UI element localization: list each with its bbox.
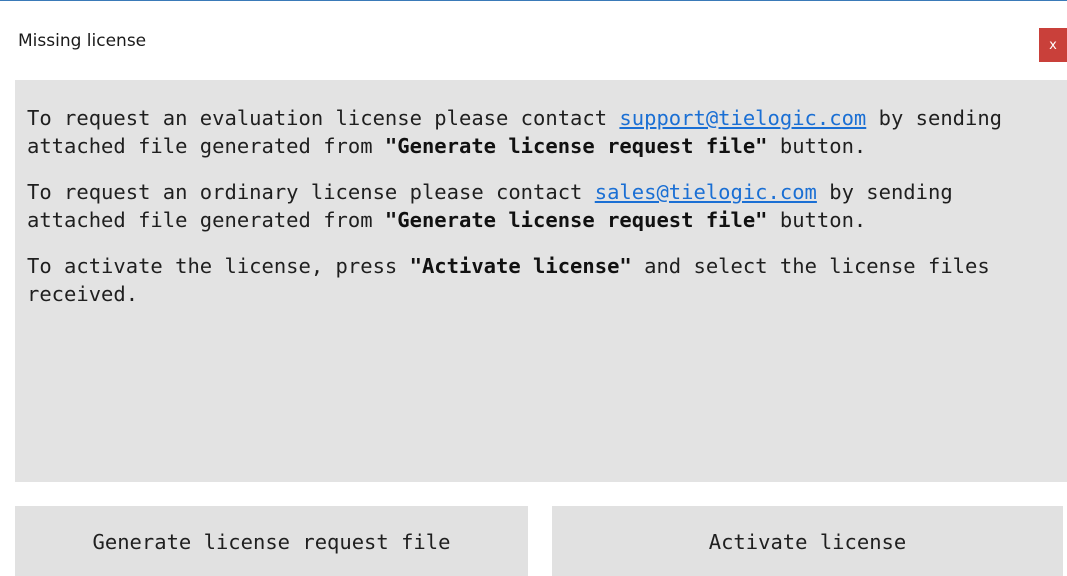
close-button[interactable]: x	[1039, 28, 1067, 62]
evaluation-license-paragraph: To request an evaluation license please …	[27, 104, 1057, 160]
p1-text-a: To request an evaluation license please …	[27, 106, 620, 130]
p2-text-a: To request an ordinary license please co…	[27, 180, 595, 204]
p3-text-a: To activate the license, press	[27, 254, 410, 278]
close-icon: x	[1049, 37, 1057, 53]
activate-license-button[interactable]: Activate license	[552, 506, 1063, 576]
missing-license-dialog: Missing license x To request an evaluati…	[0, 0, 1067, 576]
generate-button-label: Generate license request file	[92, 529, 451, 554]
support-email-link[interactable]: support@tielogic.com	[619, 106, 866, 130]
p2-text-c: button.	[767, 208, 867, 232]
activate-license-paragraph: To activate the license, press "Activate…	[27, 252, 1057, 308]
generate-license-request-file-button[interactable]: Generate license request file	[15, 506, 528, 576]
activate-button-label: Activate license	[708, 529, 907, 554]
p2-bold-button-name: "Generate license request file"	[384, 208, 768, 232]
p1-bold-button-name: "Generate license request file"	[384, 134, 768, 158]
window-title: Missing license	[18, 31, 147, 51]
p1-text-c: button.	[767, 134, 867, 158]
ordinary-license-paragraph: To request an ordinary license please co…	[27, 178, 1057, 234]
sales-email-link[interactable]: sales@tielogic.com	[595, 180, 817, 204]
title-bar: Missing license x	[0, 1, 1067, 79]
p3-bold-button-name: "Activate license"	[409, 254, 632, 278]
message-panel: To request an evaluation license please …	[15, 80, 1067, 482]
